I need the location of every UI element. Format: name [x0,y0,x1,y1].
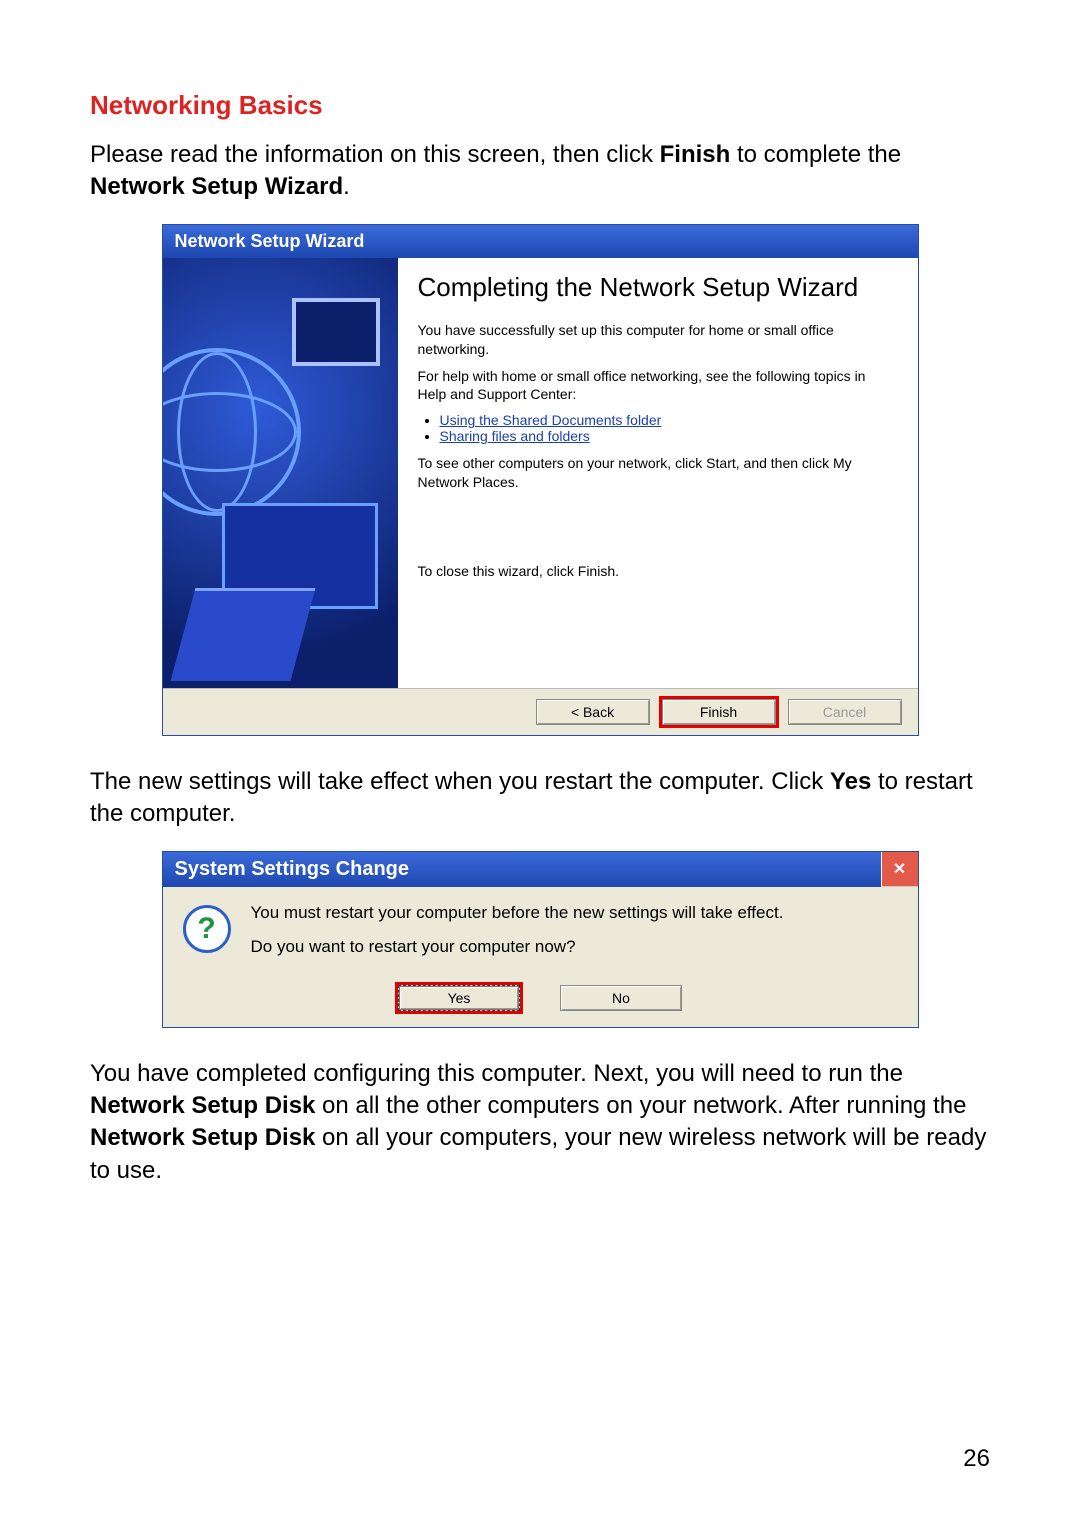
restart-yes-word: Yes [830,768,871,795]
dialog-message-2: Do you want to restart your computer now… [251,937,784,957]
restart-paragraph: The new settings will take effect when y… [90,766,990,831]
dialog-button-row: Yes No [163,979,918,1027]
restart-text-1: The new settings will take effect when y… [90,768,830,795]
wizard-sidebar-image [163,258,398,688]
closing-b1: Network Setup Disk [90,1092,315,1119]
intro-paragraph: Please read the information on this scre… [90,139,990,204]
intro-finish-word: Finish [660,141,731,168]
intro-text-2: to complete the [730,141,901,168]
closing-t2: on all the other computers on your netwo… [315,1092,966,1119]
papers-icon [170,588,315,681]
globe-icon [163,348,301,516]
page-number: 26 [963,1445,990,1473]
wizard-close-hint: To close this wizard, click Finish. [418,562,898,581]
close-icon[interactable]: ✕ [881,852,918,887]
question-icon: ? [183,905,231,953]
section-heading: Networking Basics [90,90,990,121]
no-button[interactable]: No [560,985,682,1011]
intro-wizard-bold: Network Setup Wizard [90,173,343,200]
wizard-link-sharing-files[interactable]: Sharing files and folders [440,428,590,444]
system-settings-change-dialog: System Settings Change ✕ ? You must rest… [162,851,919,1028]
intro-period: . [343,173,350,200]
wizard-help-intro: For help with home or small office netwo… [418,367,898,405]
wizard-link-shared-docs[interactable]: Using the Shared Documents folder [440,412,662,428]
back-button[interactable]: < Back [536,699,650,725]
closing-t1: You have completed configuring this comp… [90,1060,903,1087]
closing-paragraph: You have completed configuring this comp… [90,1058,990,1188]
intro-text-1: Please read the information on this scre… [90,141,660,168]
closing-b2: Network Setup Disk [90,1124,315,1151]
monitor-icon [292,298,380,366]
dialog-message-1: You must restart your computer before th… [251,903,784,923]
wizard-see-other: To see other computers on your network, … [418,454,898,492]
cancel-button: Cancel [788,699,902,725]
wizard-titlebar: Network Setup Wizard [163,225,918,258]
finish-button[interactable]: Finish [662,699,776,725]
wizard-success-text: You have successfully set up this comput… [418,321,898,359]
yes-button[interactable]: Yes [398,985,520,1011]
wizard-heading: Completing the Network Setup Wizard [418,272,898,303]
wizard-button-row: < Back Finish Cancel [163,688,918,735]
network-setup-wizard-window: Network Setup Wizard Completing the Netw… [162,224,919,736]
dialog-titlebar: System Settings Change [163,852,422,887]
